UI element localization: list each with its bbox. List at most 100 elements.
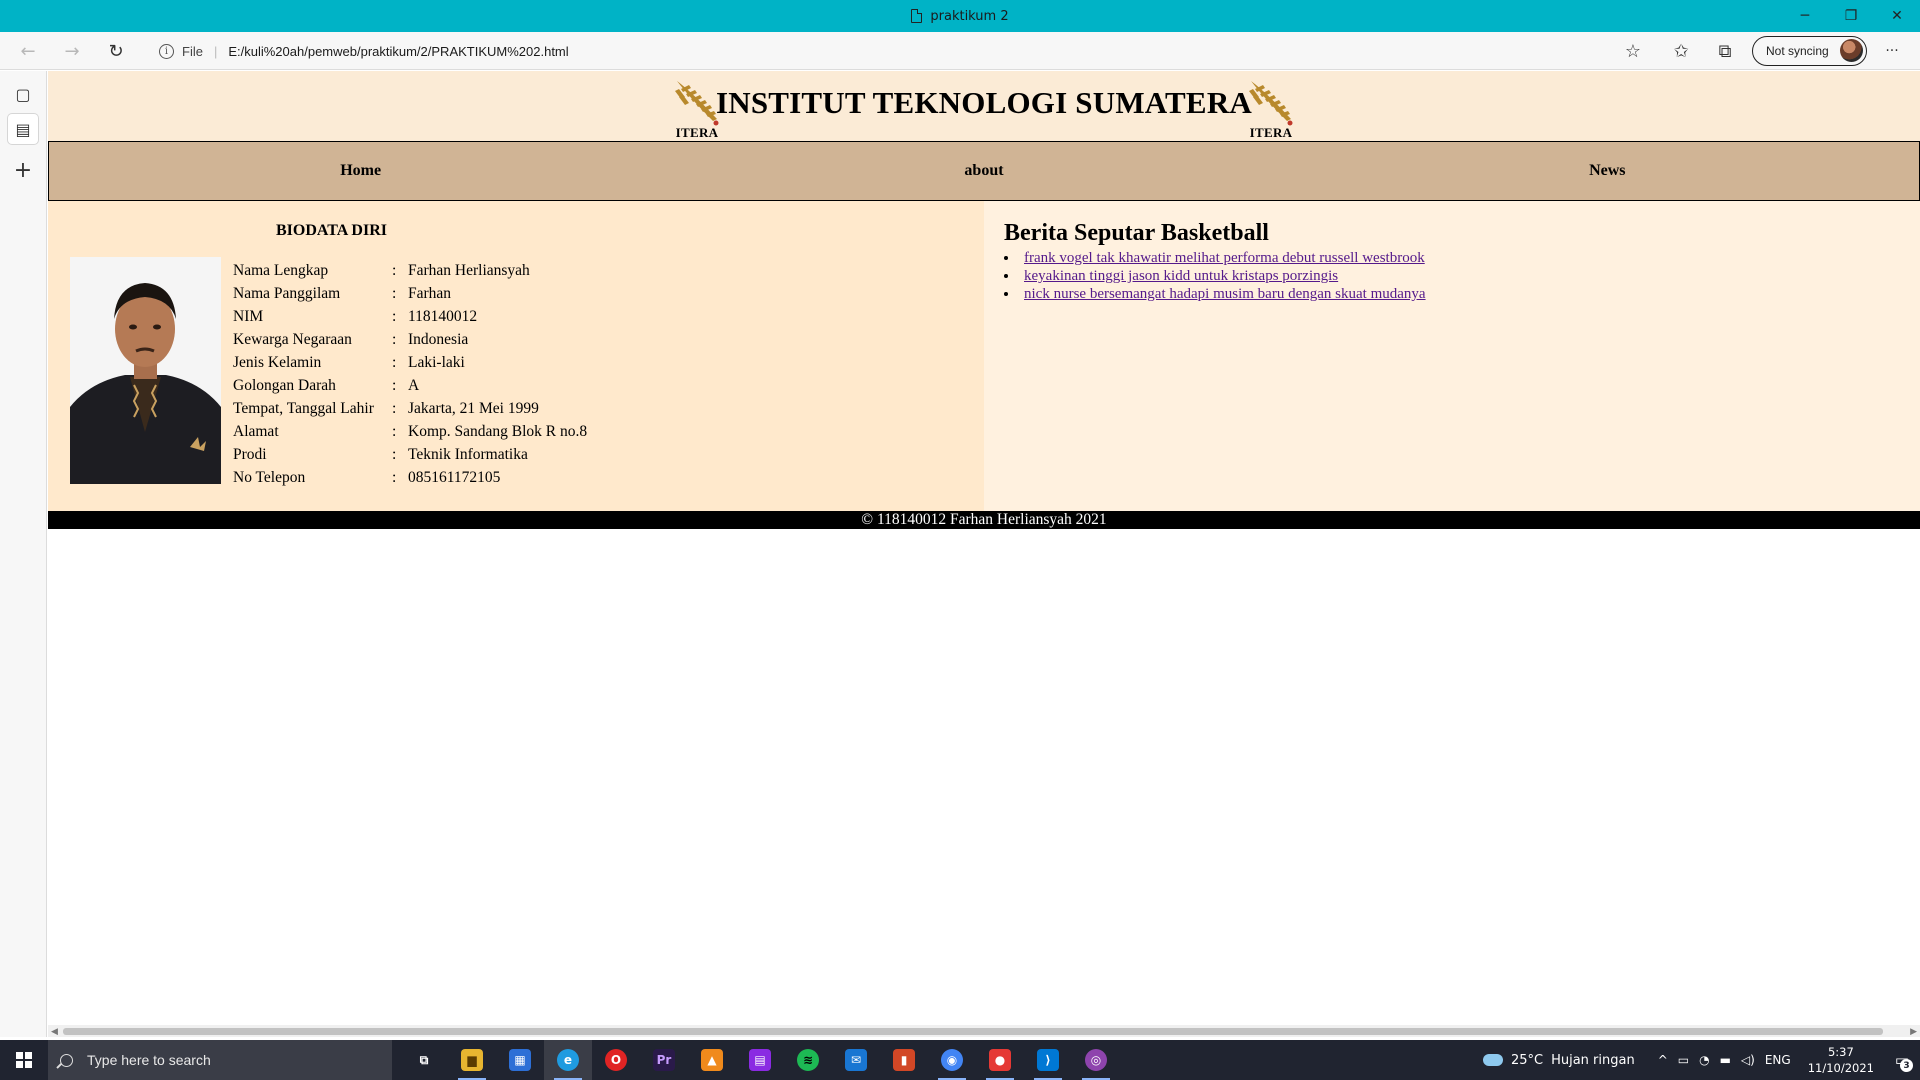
active-tab-page-icon[interactable]: ▤ [8,114,38,144]
edge-icon: e [557,1049,579,1071]
url-scheme: File [182,43,203,59]
volume-icon[interactable]: ◁) [1741,1053,1755,1067]
biodata-value: Jakarta, 21 Mei 1999 [408,399,539,417]
tray-chevron-icon[interactable]: ^ [1658,1053,1668,1067]
new-tab-button[interactable]: + [8,155,38,185]
table-row: Kewarga Negaraan: Indonesia [233,328,587,351]
back-button[interactable]: ← [13,36,43,66]
refresh-button[interactable]: ↻ [101,36,131,66]
taskbar-app-premiere-pro[interactable]: Pr [640,1040,688,1080]
biodata-value: Laki-laki [408,353,465,371]
taskbar-app-vscode[interactable]: ⟩ [1024,1040,1072,1080]
table-row: Prodi: Teknik Informatika [233,443,587,466]
scroll-right-icon[interactable]: ▶ [1910,1025,1917,1037]
news-section: Berita Seputar Basketball frank vogel ta… [984,201,1920,511]
biodata-table: Nama Lengkap: Farhan Herliansyah Nama Pang… [233,259,587,489]
system-tray: 25°C Hujan ringan ^ ▭ ◔ ▬ ◁) ENG 5:37 11… [1482,1040,1920,1080]
windows-taskbar: Type here to search ⧉ ▆ ▦ e O Pr ▲ ▤ ≋ ✉ ▮ ◉ ● ⟩ ◎ 25°… [0,1040,1920,1080]
tab-actions-icon[interactable]: ▢ [8,79,38,109]
taskbar-app-vlc[interactable]: ▲ [688,1040,736,1080]
taskbar-app-winrar[interactable]: ▤ [736,1040,784,1080]
news-link[interactable]: frank vogel tak khawatir melihat perform… [1024,250,1425,266]
table-row: Jenis Kelamin: Laki-laki [233,351,587,374]
network-icon[interactable]: ◔ [1699,1053,1709,1067]
clock[interactable]: 5:37 11/10/2021 [1808,1044,1874,1076]
biodata-label: Alamat [233,422,279,440]
nav-home[interactable]: Home [49,142,672,200]
biodata-label: Nama Panggilam [233,284,341,302]
taskbar-app-edge[interactable]: e [544,1040,592,1080]
collections-button[interactable]: ⧉ [1710,36,1740,66]
table-row: Alamat: Komp. Sandang Blok R no.8 [233,420,587,443]
main-nav: Home about News [48,141,1920,201]
premiere-pro-icon: Pr [653,1049,675,1071]
logo-caption: ITERA [675,125,719,140]
office-icon: ▮ [893,1049,915,1071]
favorites-button[interactable]: ✩ [1666,36,1696,66]
taskbar-app-spotify[interactable]: ≋ [784,1040,832,1080]
news-link[interactable]: nick nurse bersemangat hadapi musim baru… [1024,286,1426,302]
chrome-icon: ◉ [941,1049,963,1071]
taskbar-app-chrome[interactable]: ◉ [928,1040,976,1080]
news-link[interactable]: keyakinan tinggi jason kidd untuk krista… [1024,268,1338,284]
biodata-section: BIODATA DIRI Nama Lengkap: Farhan Herlian… [48,201,984,511]
table-row: Nama Panggilam: Farhan [233,282,587,305]
close-button[interactable]: ✕ [1874,0,1920,32]
task-view-icon: ⧉ [419,1052,429,1067]
table-row: Tempat, Tanggal Lahir: Jakarta, 21 Mei 19… [233,397,587,420]
profile-sync-button[interactable]: Not syncing [1752,36,1867,66]
biodata-value: Farhan Herliansyah [408,261,530,279]
clock-time: 5:37 [1827,1045,1854,1059]
biodata-label: Tempat, Tanggal Lahir [233,399,374,417]
list-item: keyakinan tinggi jason kidd untuk krista… [1004,268,1426,286]
window-title: praktikum 2 [0,0,1920,32]
windows-logo-icon [16,1052,32,1068]
info-icon[interactable]: i [159,43,174,59]
taskbar-app-mail[interactable]: ✉ [832,1040,880,1080]
taskbar-app-opera[interactable]: O [592,1040,640,1080]
address-bar[interactable]: i File | E:/kuli%20ah/pemweb/praktikum/2… [146,37,1646,65]
page-footer: © 118140012 Farhan Herliansyah 2021 [48,511,1920,529]
more-menu-button[interactable]: ··· [1877,36,1907,66]
scroll-left-icon[interactable]: ◀ [51,1025,58,1037]
profile-photo [70,257,221,484]
taskbar-app-github-desktop[interactable]: ◎ [1072,1040,1120,1080]
horizontal-scrollbar[interactable]: ◀ ▶ [48,1025,1920,1037]
restore-button[interactable]: ❐ [1828,0,1874,32]
notification-center-button[interactable]: ▭ 3 [1884,1040,1920,1080]
taskbar-app-task-view[interactable]: ⧉ [400,1040,448,1080]
page-viewport: ITERA INSTITUT TEKNOLOGI SUMATERA ITERA … [48,71,1920,1027]
start-button[interactable] [0,1040,48,1080]
biodata-label: Kewarga Negaraan [233,330,352,348]
biodata-colon: : [392,468,397,486]
taskbar-app-app-red[interactable]: ● [976,1040,1024,1080]
vertical-tabs-strip: ▢ ▤ + [0,71,47,1037]
taskbar-app-file-explorer[interactable]: ▆ [448,1040,496,1080]
table-row: No Telepon:085161172105 [233,466,587,489]
winrar-icon: ▤ [749,1049,771,1071]
biodata-value: Teknik Informatika [408,445,528,463]
minimize-button[interactable]: ─ [1782,0,1828,32]
url-text[interactable]: E:/kuli%20ah/pemweb/praktikum/2/PRAKTIKU… [228,44,568,59]
github-desktop-icon: ◎ [1085,1049,1107,1071]
table-row: Nama Lengkap: Farhan Herliansyah [233,259,587,282]
nav-about[interactable]: about [672,142,1295,200]
add-favorite-button[interactable]: ☆ [1618,36,1648,66]
forward-button[interactable]: → [57,36,87,66]
taskbar-app-office[interactable]: ▮ [880,1040,928,1080]
taskbar-search[interactable]: Type here to search [48,1040,392,1080]
biodata-label: Jenis Kelamin [233,353,322,371]
scrollbar-thumb[interactable] [63,1028,1883,1035]
nav-news[interactable]: News [1296,142,1919,200]
meet-now-icon[interactable]: ▭ [1678,1053,1689,1067]
biodata-value: Farhan [408,284,452,302]
biodata-value: A [408,376,420,394]
biodata-label: Prodi [233,445,267,463]
news-list: frank vogel tak khawatir melihat perform… [1004,250,1426,304]
taskbar-app-microsoft-store[interactable]: ▦ [496,1040,544,1080]
notification-badge: 3 [1900,1059,1913,1072]
language-indicator[interactable]: ENG [1765,1053,1791,1067]
battery-icon[interactable]: ▬ [1720,1053,1731,1067]
window-title-bar: praktikum 2 ─ ❐ ✕ [0,0,1920,32]
weather-widget[interactable]: 25°C Hujan ringan [1482,1053,1635,1068]
